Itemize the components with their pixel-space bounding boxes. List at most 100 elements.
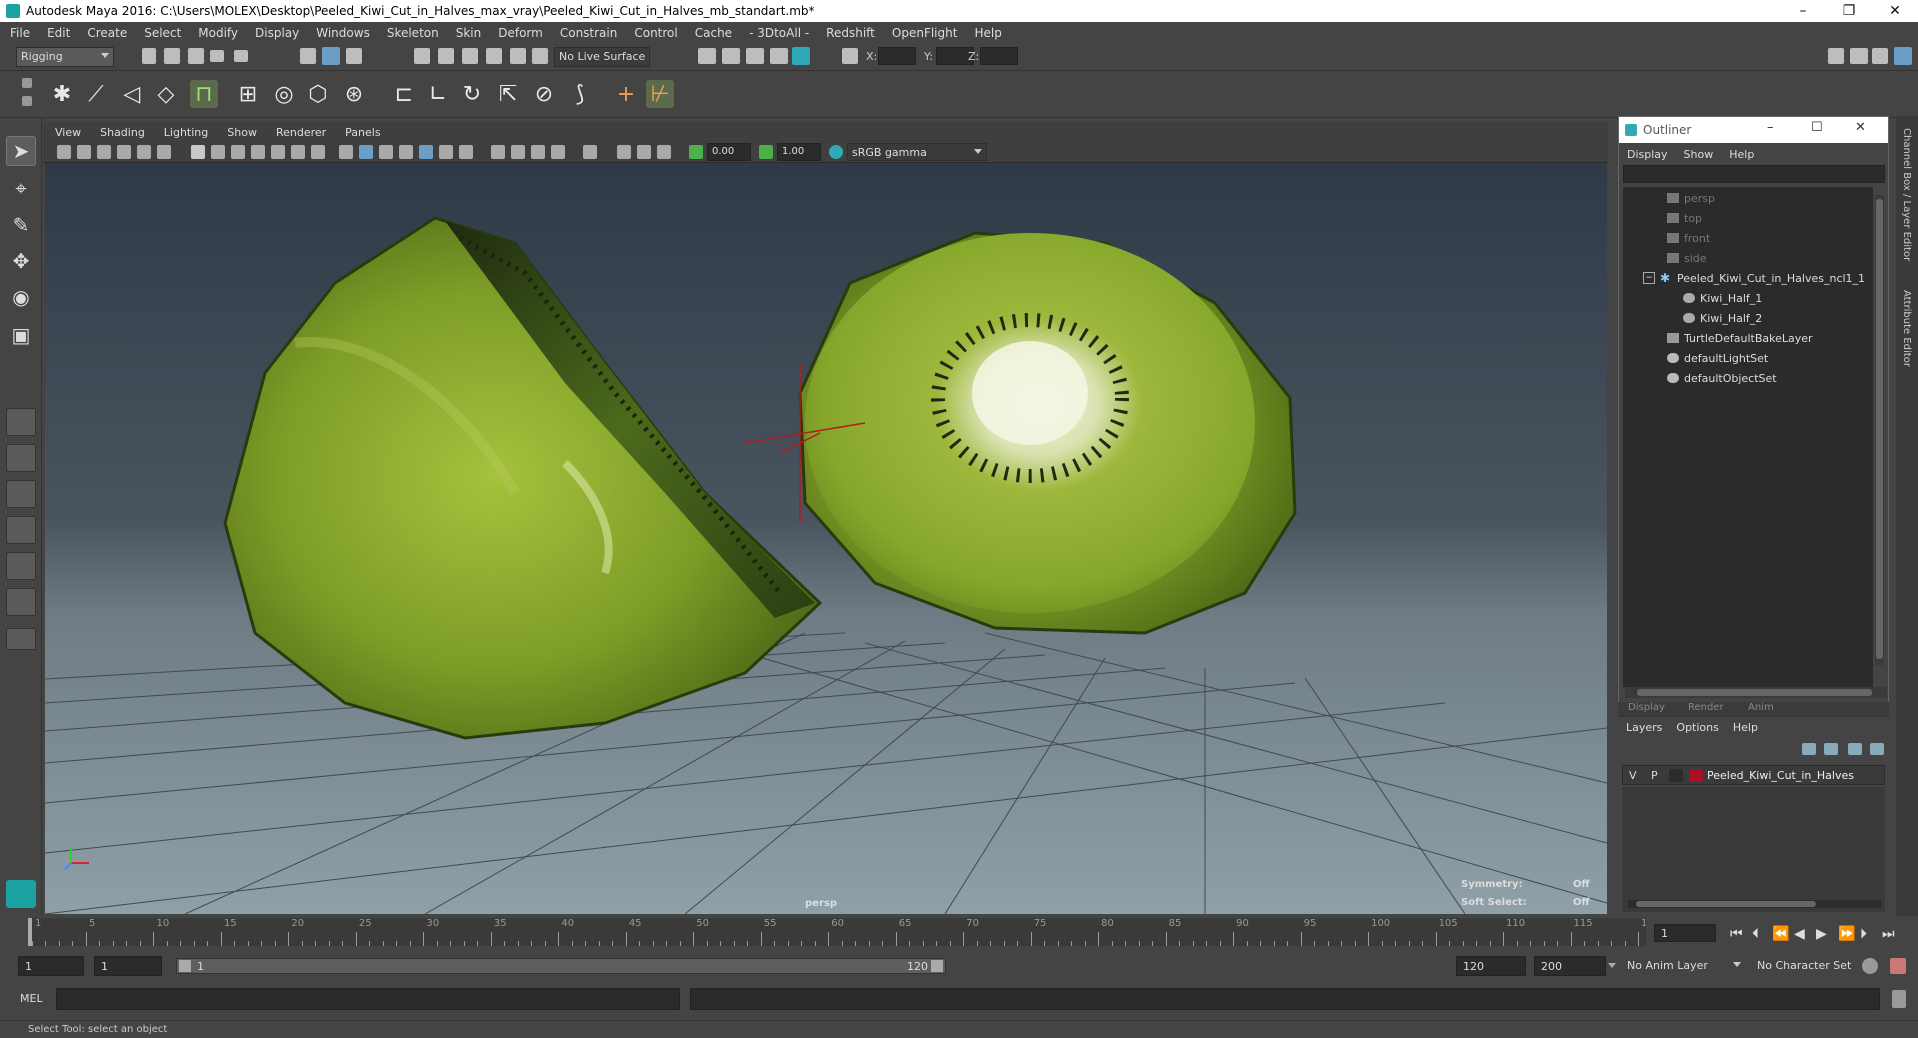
depth-of-field-icon[interactable] — [657, 145, 671, 159]
undo-icon[interactable] — [210, 50, 224, 62]
tree-item-side[interactable]: side — [1667, 249, 1707, 267]
snap-point-icon[interactable] — [462, 48, 478, 64]
transform-mode-icon[interactable] — [842, 48, 858, 64]
range-slider-bar[interactable]: 1 120 — [176, 958, 946, 974]
menu-constrain[interactable]: Constrain — [560, 26, 618, 40]
layer-horizontal-scrollbar[interactable] — [1628, 900, 1881, 908]
character-set-dropdown[interactable]: No Character Set — [1752, 956, 1864, 976]
layer-menu-help[interactable]: Help — [1733, 721, 1758, 734]
grease-pencil-icon[interactable] — [157, 145, 171, 159]
ik-spline-icon[interactable]: ◁ — [118, 80, 146, 108]
shelf-settings-icon[interactable] — [22, 96, 32, 106]
snap-surface-icon[interactable] — [510, 48, 526, 64]
film-gate-icon[interactable] — [211, 145, 225, 159]
x-field[interactable] — [878, 47, 916, 65]
move-layer-up-icon[interactable] — [1802, 743, 1816, 755]
gate-mask-icon[interactable] — [251, 145, 265, 159]
step-forward-frame-icon[interactable]: ⏵ — [1860, 926, 1867, 942]
menu-display[interactable]: Display — [255, 26, 299, 40]
layer-visibility-toggle[interactable]: V — [1629, 769, 1637, 782]
rotate-tool-icon[interactable]: ◉ — [6, 282, 36, 312]
move-layer-down-icon[interactable] — [1824, 743, 1838, 755]
range-end-handle[interactable] — [931, 960, 943, 972]
outliner-horizontal-scrollbar[interactable] — [1625, 687, 1887, 698]
outliner-menu-help[interactable]: Help — [1729, 148, 1754, 161]
image-plane-icon[interactable] — [117, 145, 131, 159]
menu-skin[interactable]: Skin — [456, 26, 482, 40]
outliner-maximize-button[interactable]: ☐ — [1811, 120, 1823, 135]
animation-preferences-icon[interactable] — [1890, 958, 1906, 974]
tab-anim-layers[interactable]: Anim — [1748, 702, 1774, 713]
menu-set-dropdown[interactable]: Rigging — [16, 47, 114, 67]
annotation-icon[interactable]: ⊬ — [646, 80, 674, 108]
persp-outliner-layout-icon[interactable] — [6, 480, 36, 508]
playback-start-field[interactable]: 1 — [94, 956, 162, 976]
move-tool-icon[interactable]: ✥ — [6, 246, 36, 276]
layer-color-swatch[interactable] — [1689, 769, 1703, 782]
bookmark-icon[interactable] — [97, 145, 111, 159]
menu-create[interactable]: Create — [87, 26, 127, 40]
select-component-icon[interactable] — [346, 48, 362, 64]
command-input[interactable] — [56, 988, 680, 1010]
safe-action-icon[interactable] — [291, 145, 305, 159]
viewport-menu-shading[interactable]: Shading — [100, 126, 145, 139]
new-scene-icon[interactable] — [142, 48, 156, 64]
tab-channel-box-layer-editor[interactable]: Channel Box / Layer Editor — [1901, 128, 1912, 261]
viewport-menu-lighting[interactable]: Lighting — [164, 126, 208, 139]
script-language-label[interactable]: MEL — [20, 992, 43, 1005]
layer-display-type-toggle[interactable] — [1669, 769, 1683, 782]
ipr-render-icon[interactable] — [746, 48, 764, 64]
render-view-icon[interactable] — [698, 48, 716, 64]
snap-grid-icon[interactable] — [414, 48, 430, 64]
exposure-field[interactable]: 0.00 — [707, 143, 751, 161]
tab-display-layers[interactable]: Display — [1628, 702, 1665, 713]
persp-graph-layout-icon[interactable] — [6, 516, 36, 544]
outliner-menu-display[interactable]: Display — [1627, 148, 1668, 161]
menu-file[interactable]: File — [10, 26, 30, 40]
tab-render-layers[interactable]: Render — [1688, 702, 1724, 713]
go-to-start-icon[interactable]: ⏮ — [1730, 926, 1743, 942]
hypershade-layout-icon[interactable] — [6, 552, 36, 580]
new-layer-selected-icon[interactable] — [1870, 743, 1884, 755]
tool-settings-toggle-icon[interactable] — [1872, 48, 1888, 64]
render-frame-icon[interactable] — [722, 48, 740, 64]
save-scene-icon[interactable] — [188, 48, 204, 64]
scrollbar-thumb[interactable] — [1636, 901, 1816, 907]
kiwi-half-2[interactable] — [798, 231, 1297, 635]
resolution-gate-icon[interactable] — [231, 145, 245, 159]
tree-item-kiwi-group[interactable]: − ✱ Peeled_Kiwi_Cut_in_Halves_ncl1_1 — [1643, 269, 1865, 287]
joint-tool-icon[interactable]: ✱ — [48, 80, 76, 108]
new-empty-layer-icon[interactable] — [1848, 743, 1862, 755]
layout-more-icon[interactable] — [6, 628, 36, 650]
tab-attribute-editor[interactable]: Attribute Editor — [1901, 290, 1912, 367]
lasso-tool-icon[interactable]: ⌖ — [6, 173, 36, 203]
modeling-toolkit-icon[interactable] — [1828, 48, 1844, 64]
minimize-button[interactable]: – — [1780, 0, 1826, 22]
select-camera-icon[interactable] — [57, 145, 71, 159]
wireframe-on-shaded-icon[interactable] — [399, 145, 413, 159]
perspective-viewport[interactable]: persp Symmetry: Off Soft Select: Off — [45, 163, 1607, 914]
go-to-end-icon[interactable]: ⏭ — [1882, 926, 1895, 942]
menu-help[interactable]: Help — [974, 26, 1001, 40]
viewport-menu-panels[interactable]: Panels — [345, 126, 380, 139]
ik-handle-icon[interactable]: ⟋ — [82, 80, 110, 108]
end-time-field[interactable]: 200 — [1534, 956, 1606, 976]
tree-item-top[interactable]: top — [1667, 209, 1702, 227]
cluster-icon[interactable]: ⬡ — [304, 80, 332, 108]
tree-item-kiwi-half-2[interactable]: Kiwi_Half_2 — [1683, 309, 1762, 327]
select-hierarchy-icon[interactable] — [300, 48, 316, 64]
viewport-menu-show[interactable]: Show — [227, 126, 257, 139]
mirror-joint-icon[interactable]: ⊓ — [190, 80, 218, 108]
kiwi-half-1[interactable] — [223, 216, 823, 740]
wireframe-icon[interactable] — [339, 145, 353, 159]
scale-constraint-icon[interactable]: ⇱ — [494, 80, 522, 108]
insert-joint-icon[interactable]: ◇ — [152, 80, 180, 108]
z-field[interactable] — [980, 47, 1018, 65]
snap-view-icon[interactable] — [486, 48, 502, 64]
layer-menu-layers[interactable]: Layers — [1626, 721, 1662, 734]
start-time-field[interactable]: 1 — [18, 956, 84, 976]
menu-control[interactable]: Control — [634, 26, 677, 40]
current-frame-field[interactable]: 1 — [1654, 924, 1716, 942]
layer-menu-options[interactable]: Options — [1676, 721, 1718, 734]
shadows-icon[interactable] — [459, 145, 473, 159]
